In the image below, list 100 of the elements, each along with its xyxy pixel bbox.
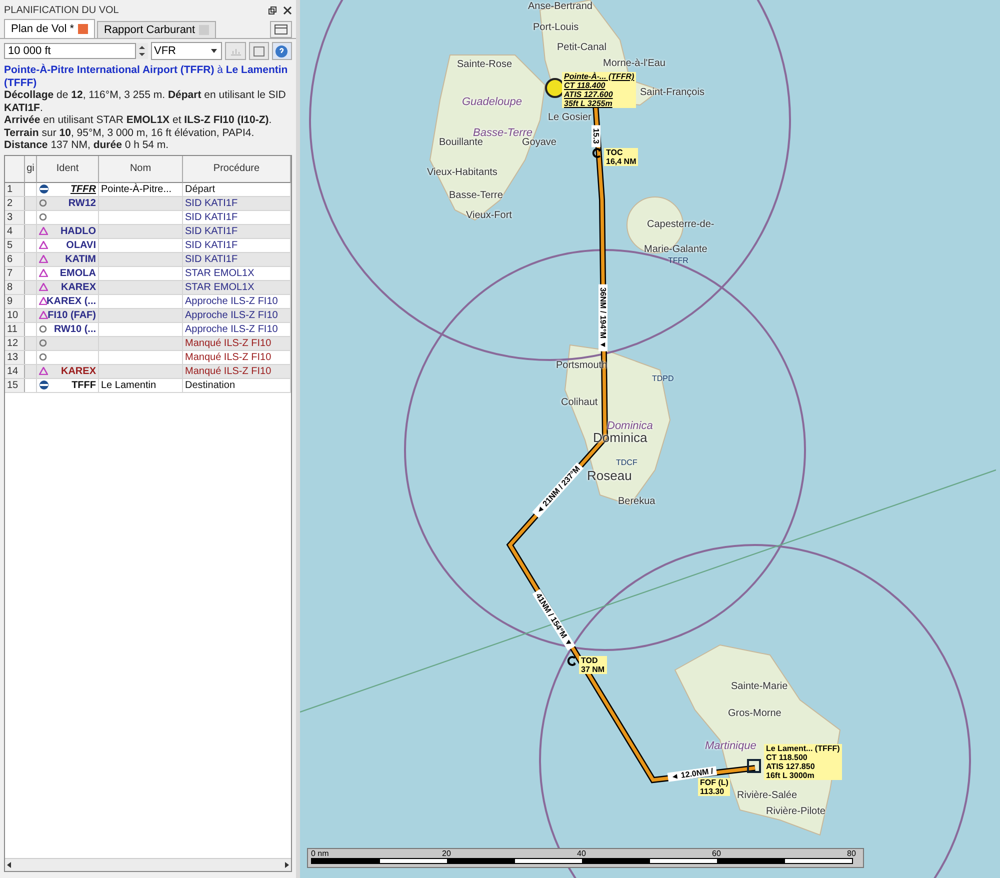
- summary-line: Arrivée en utilisant STAR EMOL1X et ILS-Z FI10 (I10-Z).: [4, 114, 273, 126]
- procedure-cell: Approche ILS-Z FI10: [185, 294, 278, 308]
- table-row[interactable]: 12 Manqué ILS-Z FI10: [5, 336, 291, 350]
- row-number: 11: [5, 322, 25, 336]
- scale-label: 60: [712, 849, 721, 858]
- place-label: Petit-Canal: [557, 42, 606, 53]
- place-label: Morne-à-l'Eau: [603, 58, 666, 69]
- route-summary: Pointe-À-Pitre International Airport (TFFR) à Le Lamentin (TFFF): [4, 64, 289, 89]
- place-label: Le Gosier: [548, 112, 592, 123]
- procedure-cell: Manqué ILS-Z FI10: [185, 350, 272, 364]
- navaid-label: FOF (L) 113.30: [698, 778, 730, 796]
- airport-info-label: Le Lament... (TFFF) CT 118.500 ATIS 127.850 16ft L 3000m: [764, 744, 842, 780]
- table-row[interactable]: 1 TFFR Pointe-À-Pitre... Départ: [5, 182, 291, 196]
- place-label: Marie-Galante: [644, 244, 708, 255]
- ident-cell: KAREX (...: [46, 294, 96, 308]
- place-label: Capesterre-de-: [647, 219, 714, 230]
- ident-cell: RW12: [68, 196, 96, 210]
- summary-line: Distance 137 NM, durée 0 h 54 m.: [4, 139, 170, 152]
- procedure-cell: STAR EMOL1X: [185, 266, 254, 280]
- ident-cell: OLAVI: [66, 238, 96, 252]
- table-row[interactable]: 15 TFFF Le Lamentin Destination: [5, 378, 291, 392]
- procedure-cell: Manqué ILS-Z FI10: [185, 336, 272, 350]
- table-row[interactable]: 5 OLAVI SID KATI1F: [5, 238, 291, 252]
- tab[interactable]: Rapport Carburant: [97, 21, 216, 38]
- place-label: Rivière-Salée: [737, 790, 798, 801]
- procedure-cell: Approche ILS-Z FI10: [185, 308, 278, 322]
- column-header[interactable]: Procédure: [183, 156, 291, 182]
- ident-cell: TFFR: [70, 182, 96, 196]
- row-number: 13: [5, 350, 25, 364]
- ident-cell: KAREX: [60, 364, 96, 378]
- place-label: Bouillante: [439, 137, 483, 148]
- ident-cell: KATIM: [65, 252, 96, 266]
- procedure-cell: SID KATI1F: [185, 210, 238, 224]
- scale-label: 0 nm: [311, 849, 329, 858]
- scale-label: 20: [442, 849, 451, 858]
- row-number: 6: [5, 252, 25, 266]
- table-row[interactable]: 2 RW12 SID KATI1F: [5, 196, 291, 210]
- place-label: Rivière-Pilote: [766, 806, 826, 817]
- procedure-cell: Départ: [185, 182, 216, 196]
- place-label: Gros-Morne: [728, 708, 782, 719]
- procedure-cell: SID KATI1F: [185, 224, 238, 238]
- leg-label: 15.3: [592, 125, 600, 147]
- scale-label: 40: [577, 849, 586, 858]
- scale-label: 80: [847, 849, 856, 858]
- place-label: Vieux-Fort: [466, 210, 512, 221]
- table-row[interactable]: 7 EMOLA STAR EMOL1X: [5, 266, 291, 280]
- procedure-cell: Destination: [185, 378, 236, 392]
- leg-label: 36NM / 194°M ▼: [598, 284, 608, 352]
- airport-info-label: Pointe-À-... (TFFR) CT 118.400 ATIS 127.600 35ft L 3255m: [562, 72, 636, 108]
- place-label: Saint-François: [640, 87, 704, 98]
- row-number: 4: [5, 224, 25, 238]
- table-row[interactable]: 8 KAREX STAR EMOL1X: [5, 280, 291, 294]
- table-row[interactable]: 9 KAREX (... Approche ILS-Z FI10: [5, 294, 291, 308]
- table-row[interactable]: 10 FI10 (FAF) Approche ILS-Z FI10: [5, 308, 291, 322]
- ident-cell: HADLO: [60, 224, 96, 238]
- place-label: Roseau: [587, 468, 632, 483]
- procedure-cell: SID KATI1F: [185, 252, 238, 266]
- ident-cell: KAREX: [60, 280, 96, 294]
- procedure-cell: STAR EMOL1X: [185, 280, 254, 294]
- place-label: Guadeloupe: [462, 96, 522, 108]
- table-row[interactable]: 13 Manqué ILS-Z FI10: [5, 350, 291, 364]
- row-number: 9: [5, 294, 25, 308]
- name-cell: Pointe-À-Pitre...: [101, 182, 172, 196]
- column-header[interactable]: Nom: [99, 156, 183, 182]
- place-label: Basse-Terre: [473, 127, 533, 139]
- row-number: 5: [5, 238, 25, 252]
- tab[interactable]: Plan de Vol *: [4, 19, 95, 38]
- flight-rules-dropdown[interactable]: VFR: [151, 42, 222, 60]
- row-number: 15: [5, 378, 25, 392]
- place-label: Anse-Bertrand: [528, 1, 592, 12]
- place-label: Port-Louis: [533, 22, 579, 33]
- altitude-field[interactable]: 10 000 ft: [4, 43, 136, 59]
- place-label: Berekua: [618, 496, 656, 507]
- place-label: Sainte-Marie: [731, 681, 788, 692]
- airport-label: TDPD: [652, 374, 674, 383]
- table-row[interactable]: 6 KATIM SID KATI1F: [5, 252, 291, 266]
- airport-label: TFFR: [668, 256, 688, 265]
- row-number: 2: [5, 196, 25, 210]
- place-label: Martinique: [705, 740, 756, 752]
- row-number: 12: [5, 336, 25, 350]
- row-number: 8: [5, 280, 25, 294]
- row-number: 10: [5, 308, 25, 322]
- column-header[interactable]: gi: [25, 156, 37, 182]
- table-row[interactable]: 4 HADLO SID KATI1F: [5, 224, 291, 238]
- table-row[interactable]: 14 KAREX Manqué ILS-Z FI10: [5, 364, 291, 378]
- row-number: 3: [5, 210, 25, 224]
- procedure-cell: SID KATI1F: [185, 196, 238, 210]
- table-row[interactable]: 11 RW10 (... Approche ILS-Z FI10: [5, 322, 291, 336]
- panel-title: PLANIFICATION DU VOL: [4, 4, 119, 16]
- summary-line: Décollage de 12, 116°M, 3 255 m. Départ en utilisant le SID KATI1F.: [4, 89, 287, 114]
- column-header[interactable]: Ident: [37, 156, 99, 182]
- procedure-cell: SID KATI1F: [185, 238, 238, 252]
- table-row[interactable]: 3 SID KATI1F: [5, 210, 291, 224]
- ident-cell: RW10 (...: [54, 322, 96, 336]
- airport-label: TDCF: [616, 458, 638, 467]
- row-number: 7: [5, 266, 25, 280]
- marker-label: TOC 16,4 NM: [604, 148, 638, 166]
- place-label: Vieux-Habitants: [427, 167, 498, 178]
- place-label: Colihaut: [561, 397, 598, 408]
- summary-line: Terrain sur 10, 95°M, 3 000 m, 16 ft élévation, PAPI4.: [4, 126, 256, 139]
